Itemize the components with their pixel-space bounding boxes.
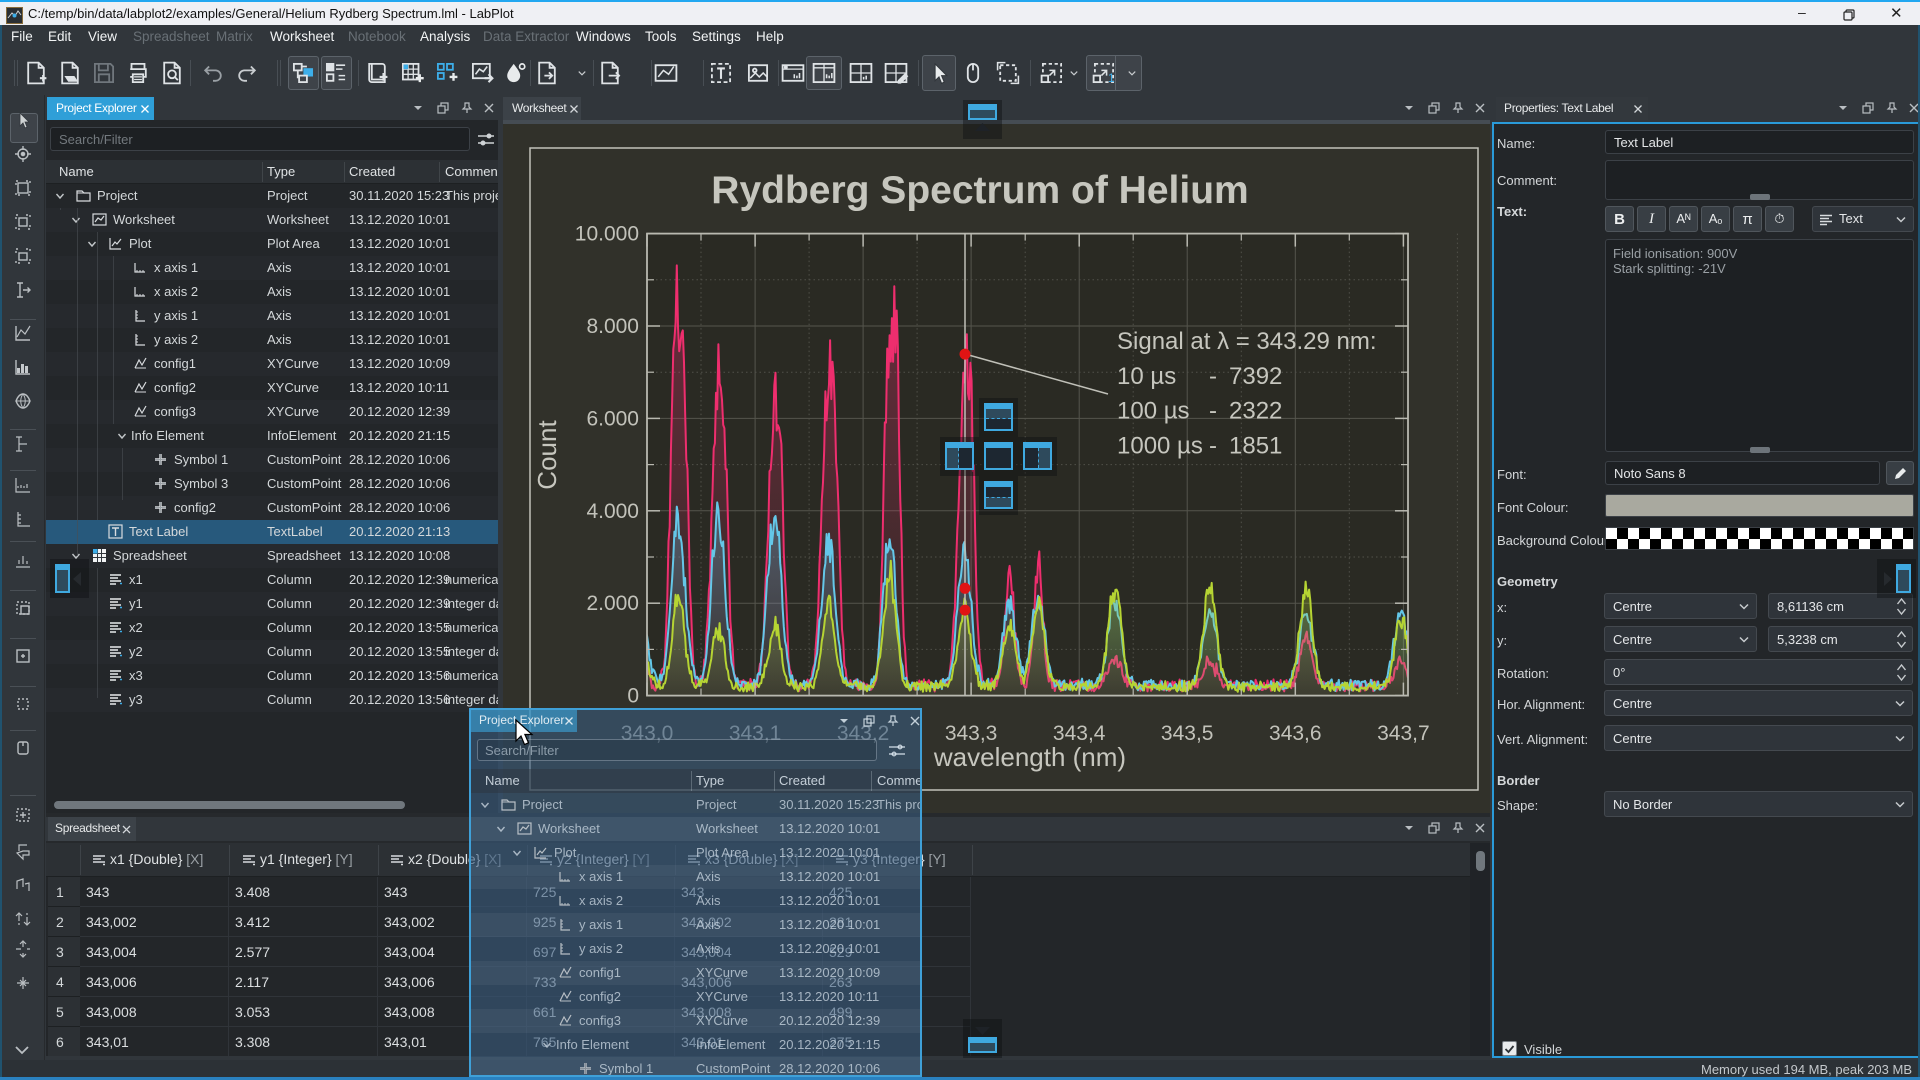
svg-text:1000 µs: 1000 µs [1117,433,1203,460]
svg-text:wavelength (nm): wavelength (nm) [933,742,1126,772]
svg-text:Signal at λ = 343.29 nm:: Signal at λ = 343.29 nm: [1117,328,1377,355]
svg-text:2.000: 2.000 [586,592,639,615]
svg-text:2322: 2322 [1229,398,1282,425]
svg-text:7392: 7392 [1229,363,1282,390]
svg-text:0: 0 [627,685,639,708]
svg-text:10 µs: 10 µs [1117,363,1176,390]
svg-text:-: - [1209,433,1217,460]
svg-text:343,6: 343,6 [1269,722,1322,745]
svg-text:-: - [1209,363,1217,390]
svg-text:8.000: 8.000 [586,315,639,338]
svg-text:Count: Count [532,420,562,490]
svg-text:-: - [1209,398,1217,425]
svg-text:100 µs: 100 µs [1117,398,1190,425]
svg-text:4.000: 4.000 [586,500,639,523]
svg-text:343,7: 343,7 [1377,722,1430,745]
svg-text:10.000: 10.000 [575,223,639,246]
svg-text:1851: 1851 [1229,433,1282,460]
svg-text:343,5: 343,5 [1161,722,1214,745]
svg-text:Rydberg Spectrum of Helium: Rydberg Spectrum of Helium [711,169,1248,212]
svg-text:6.000: 6.000 [586,407,639,430]
